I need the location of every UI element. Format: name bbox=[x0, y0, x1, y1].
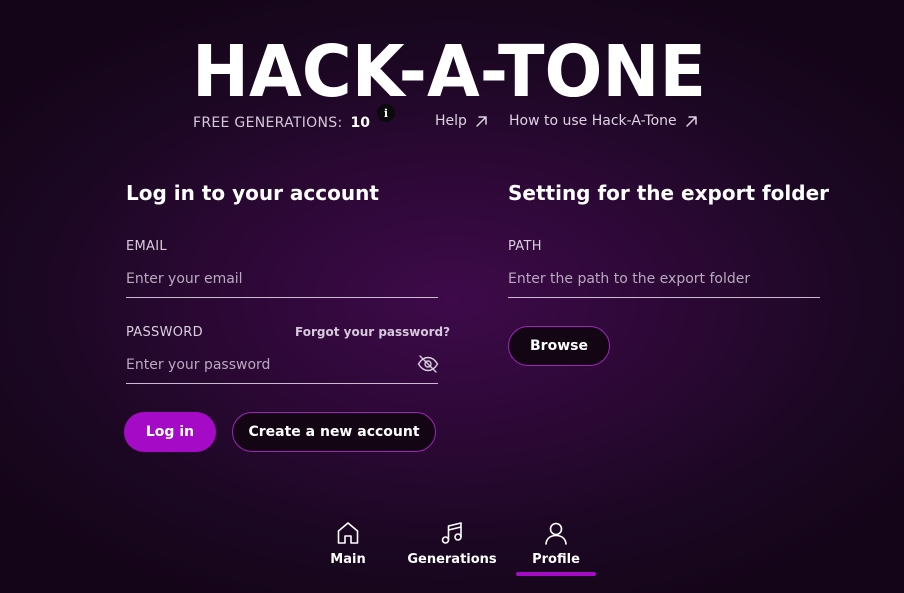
export-title: Setting for the export folder bbox=[508, 181, 830, 205]
email-label: EMAIL bbox=[126, 239, 167, 254]
forgot-password-link[interactable]: Forgot your password? bbox=[295, 325, 450, 339]
nav-label-main: Main bbox=[330, 552, 366, 567]
create-account-button[interactable]: Create a new account bbox=[232, 412, 436, 452]
how-to-link-label: How to use Hack-A-Tone bbox=[509, 113, 677, 129]
login-button[interactable]: Log in bbox=[124, 412, 216, 452]
app-logo: HACK-A-TONE bbox=[192, 38, 712, 100]
bottom-nav: Main Generations Profile bbox=[0, 510, 904, 593]
browse-button[interactable]: Browse bbox=[508, 326, 610, 366]
nav-item-main[interactable]: Main bbox=[326, 520, 370, 567]
free-generations-count: 10 bbox=[350, 115, 370, 131]
user-icon bbox=[545, 522, 567, 545]
password-field[interactable] bbox=[126, 356, 438, 384]
music-note-icon bbox=[441, 522, 462, 544]
external-arrow-icon bbox=[476, 115, 487, 127]
login-title: Log in to your account bbox=[126, 181, 379, 205]
how-to-link[interactable]: How to use Hack-A-Tone bbox=[509, 113, 698, 129]
help-link[interactable]: Help bbox=[435, 113, 488, 129]
path-field[interactable] bbox=[508, 270, 820, 298]
free-generations-label: FREE GENERATIONS: bbox=[193, 115, 343, 131]
password-label: PASSWORD bbox=[126, 325, 203, 340]
nav-label-profile: Profile bbox=[532, 552, 580, 567]
free-generations: FREE GENERATIONS: 10 i bbox=[193, 104, 395, 133]
nav-item-profile[interactable]: Profile bbox=[530, 520, 582, 567]
home-icon bbox=[337, 522, 359, 544]
help-link-label: Help bbox=[435, 113, 467, 129]
path-label: PATH bbox=[508, 239, 542, 254]
eye-off-icon[interactable] bbox=[417, 354, 439, 374]
logo-text: HACK-A-TONE bbox=[192, 38, 706, 100]
external-arrow-icon bbox=[685, 115, 697, 127]
nav-item-generations[interactable]: Generations bbox=[407, 520, 497, 567]
info-icon[interactable]: i bbox=[377, 104, 395, 122]
nav-label-generations: Generations bbox=[407, 552, 497, 567]
active-tab-indicator bbox=[516, 572, 596, 576]
email-field[interactable] bbox=[126, 270, 438, 298]
